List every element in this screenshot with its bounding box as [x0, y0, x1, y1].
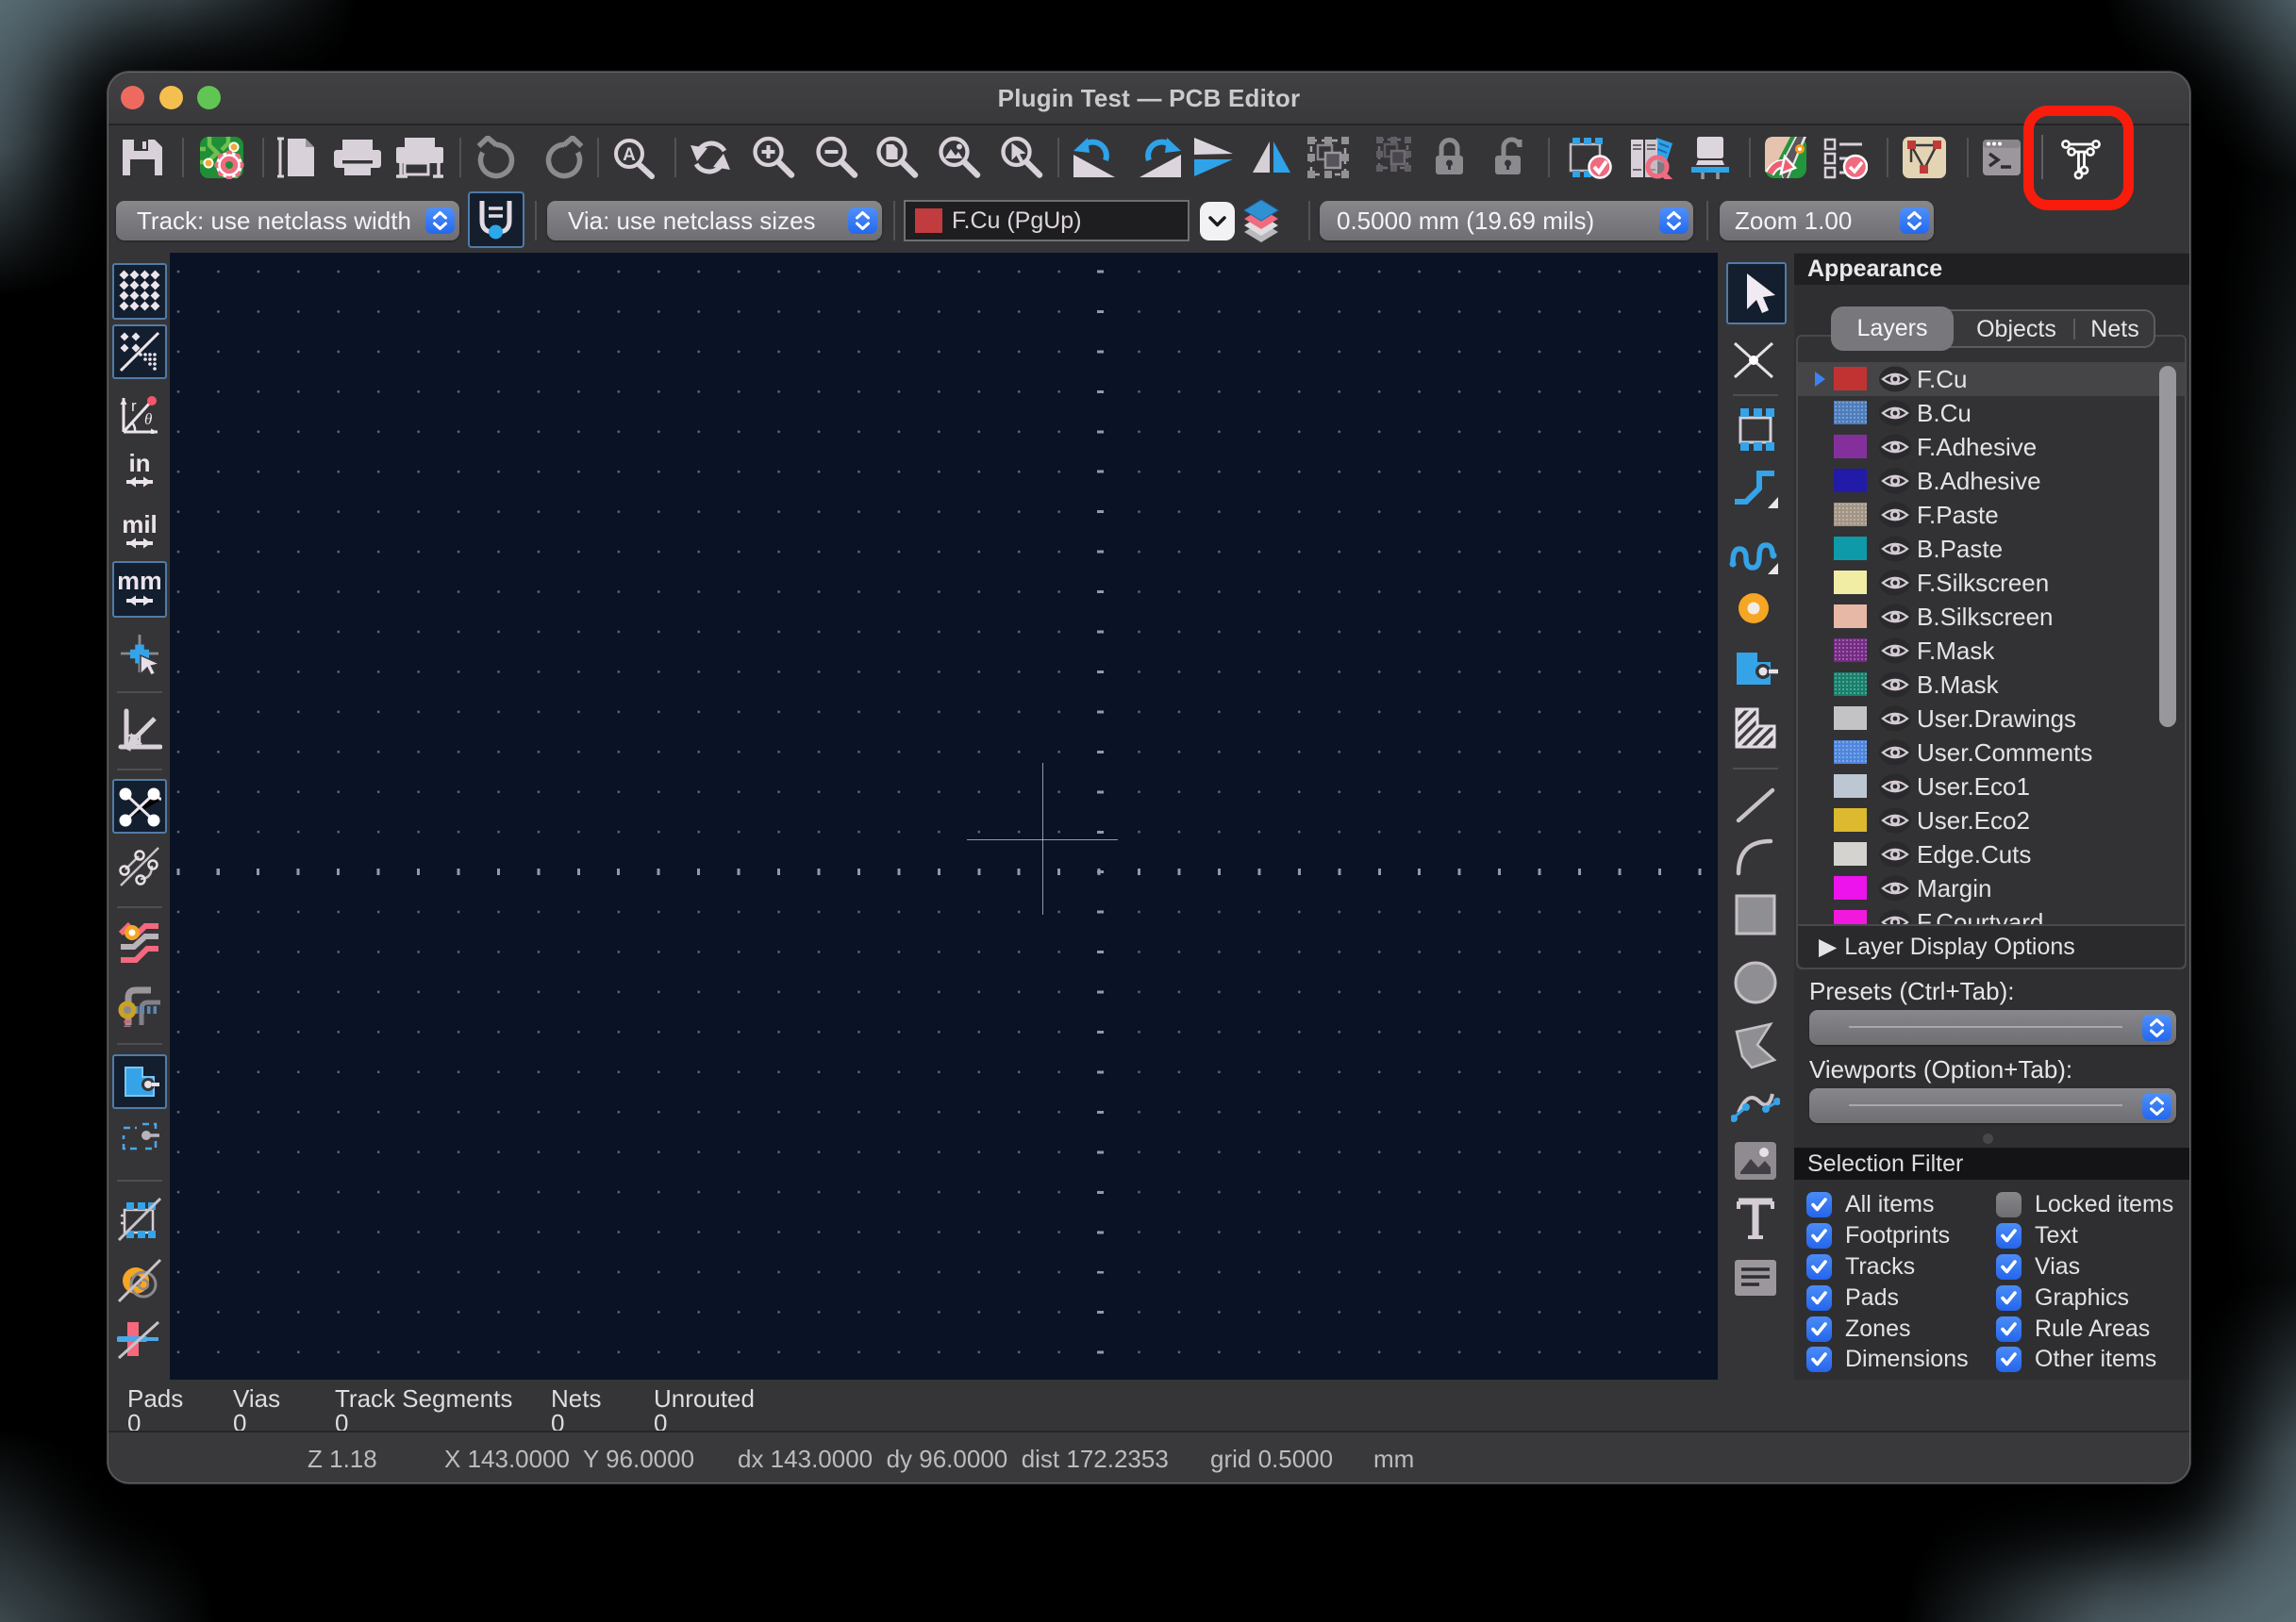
svg-text:A: A [623, 145, 636, 165]
svg-text:mm: mm [119, 567, 160, 595]
svg-text:mil: mil [122, 514, 158, 538]
svg-text:θ: θ [144, 410, 152, 428]
svg-text:in: in [128, 453, 150, 477]
svg-text:r: r [131, 397, 137, 415]
